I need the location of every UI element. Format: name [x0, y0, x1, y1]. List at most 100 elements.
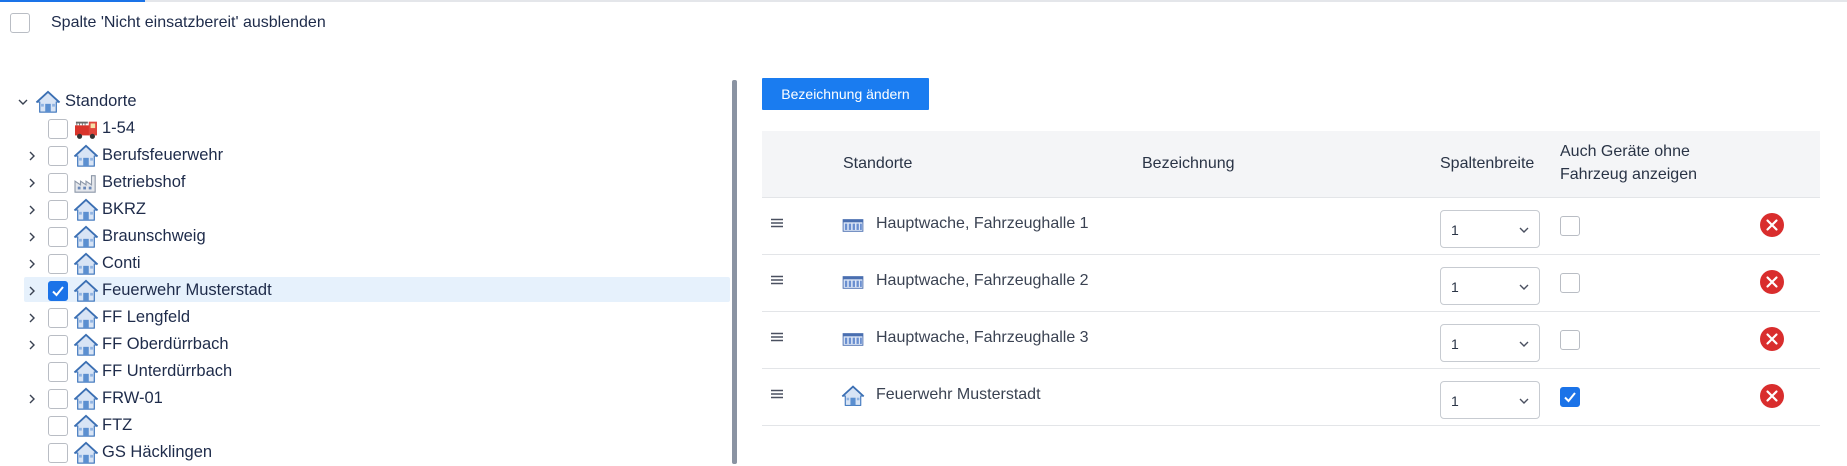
- delete-icon[interactable]: [1759, 383, 1785, 409]
- row-location-name: Feuerwehr Musterstadt: [876, 386, 1041, 403]
- garage-icon: [841, 214, 865, 236]
- tree-item[interactable]: Braunschweig: [12, 223, 722, 250]
- house-icon: [72, 224, 100, 250]
- garage-icon: [841, 271, 865, 293]
- tree-item-label: 1-54: [102, 119, 136, 137]
- delete-icon[interactable]: [1759, 212, 1785, 238]
- chevron-down-icon[interactable]: [15, 94, 31, 110]
- house-icon: [72, 386, 100, 412]
- tree-item[interactable]: Berufsfeuerwehr: [12, 142, 722, 169]
- header-spaltenbreite: Spaltenbreite: [1440, 155, 1535, 172]
- tree-item[interactable]: FTZ: [12, 412, 722, 439]
- tree-item-label: Feuerwehr Musterstadt: [102, 281, 272, 299]
- drag-handle-icon[interactable]: [770, 387, 784, 401]
- tree-item[interactable]: Feuerwehr Musterstadt: [12, 277, 730, 304]
- tree-item-checkbox[interactable]: [48, 361, 68, 382]
- house-icon: [72, 440, 100, 466]
- tree-item[interactable]: BKRZ: [12, 196, 722, 223]
- column-width-select[interactable]: 1: [1440, 210, 1540, 248]
- delete-icon[interactable]: [1759, 269, 1785, 295]
- header-standorte: Standorte: [843, 155, 913, 172]
- tree-item-label: Braunschweig: [102, 227, 206, 245]
- tree-item-label: Conti: [102, 254, 141, 272]
- chevron-down-icon: [1517, 337, 1531, 351]
- row-location-name: Hauptwache, Fahrzeughalle 1: [876, 215, 1089, 232]
- tree-item[interactable]: GS Häcklingen: [12, 439, 722, 466]
- tree-item-checkbox[interactable]: [48, 226, 68, 247]
- house-icon: [72, 413, 100, 439]
- header-auch-geraete-line2: Fahrzeug anzeigen: [1560, 166, 1697, 183]
- tree-item-checkbox[interactable]: [48, 145, 68, 166]
- tree-item[interactable]: Betriebshof: [12, 169, 722, 196]
- house-icon: [34, 89, 62, 115]
- chevron-right-icon[interactable]: [24, 256, 40, 272]
- table-row: Hauptwache, Fahrzeughalle 2 1: [762, 255, 1820, 312]
- location-tree: Standorte 1-54 Berufsfeuerwehr Betriebshof…: [12, 88, 730, 466]
- row-location-name: Hauptwache, Fahrzeughalle 2: [876, 272, 1089, 289]
- tree-item-checkbox[interactable]: [48, 415, 68, 436]
- tree-item-label: FF Unterdürrbach: [102, 362, 233, 380]
- rename-button[interactable]: Bezeichnung ändern: [762, 78, 929, 110]
- chevron-right-icon[interactable]: [24, 229, 40, 245]
- chevron-right-icon[interactable]: [24, 391, 40, 407]
- chevron-right-icon[interactable]: [24, 283, 40, 299]
- panel-splitter[interactable]: [732, 80, 737, 464]
- column-width-select[interactable]: 1: [1440, 324, 1540, 362]
- tree-item-checkbox[interactable]: [48, 253, 68, 274]
- column-width-select[interactable]: 1: [1440, 381, 1540, 419]
- tree-item-checkbox[interactable]: [48, 172, 68, 193]
- hide-not-ready-option[interactable]: Spalte 'Nicht einsatzbereit' ausblenden: [10, 13, 326, 33]
- chevron-down-icon: [1517, 280, 1531, 294]
- hide-not-ready-label: Spalte 'Nicht einsatzbereit' ausblenden: [51, 14, 326, 31]
- tree-item-checkbox[interactable]: [48, 334, 68, 355]
- tree-item-label: GS Häcklingen: [102, 443, 213, 461]
- table-row: Hauptwache, Fahrzeughalle 3 1: [762, 312, 1820, 369]
- header-auch-geraete-line1: Auch Geräte ohne: [1560, 143, 1690, 160]
- header-bezeichnung: Bezeichnung: [1142, 155, 1235, 172]
- tree-item[interactable]: FRW-01: [12, 385, 722, 412]
- tree-root-standorte[interactable]: Standorte: [12, 88, 722, 115]
- table-body: Hauptwache, Fahrzeughalle 1 1 Hauptwache, …: [762, 198, 1820, 426]
- house-icon: [72, 332, 100, 358]
- show-devices-checkbox[interactable]: [1560, 273, 1580, 293]
- tree-item[interactable]: FF Oberdürrbach: [12, 331, 722, 358]
- show-devices-checkbox[interactable]: [1560, 387, 1580, 407]
- tree-item-label: BKRZ: [102, 200, 147, 218]
- chevron-right-icon[interactable]: [24, 148, 40, 164]
- tree-item-checkbox[interactable]: [48, 442, 68, 463]
- drag-handle-icon[interactable]: [770, 330, 784, 344]
- tree-item[interactable]: FF Unterdürrbach: [12, 358, 722, 385]
- hide-not-ready-checkbox[interactable]: [10, 13, 30, 33]
- table-row: Feuerwehr Musterstadt 1: [762, 369, 1820, 426]
- tree-item-label: FTZ: [102, 416, 133, 434]
- fire-truck-icon: [72, 116, 100, 142]
- garage-icon: [841, 328, 865, 350]
- columns-table: Standorte Bezeichnung Spaltenbreite Auch…: [762, 131, 1820, 426]
- house-icon: [72, 197, 100, 223]
- chevron-right-icon[interactable]: [24, 202, 40, 218]
- chevron-down-icon: [1517, 223, 1531, 237]
- row-location-name: Hauptwache, Fahrzeughalle 3: [876, 329, 1089, 346]
- drag-handle-icon[interactable]: [770, 216, 784, 230]
- house-icon: [72, 359, 100, 385]
- column-width-value: 1: [1451, 336, 1459, 352]
- drag-handle-icon[interactable]: [770, 273, 784, 287]
- delete-icon[interactable]: [1759, 326, 1785, 352]
- tree-item-checkbox[interactable]: [48, 307, 68, 328]
- tree-item[interactable]: 1-54: [12, 115, 722, 142]
- chevron-right-icon[interactable]: [24, 337, 40, 353]
- tree-item-checkbox[interactable]: [48, 388, 68, 409]
- tree-item-checkbox[interactable]: [48, 199, 68, 220]
- tree-item-checkbox[interactable]: [48, 118, 68, 139]
- tree-item[interactable]: Conti: [12, 250, 722, 277]
- column-width-select[interactable]: 1: [1440, 267, 1540, 305]
- chevron-right-icon[interactable]: [24, 175, 40, 191]
- show-devices-checkbox[interactable]: [1560, 330, 1580, 350]
- column-width-value: 1: [1451, 222, 1459, 238]
- tree-item-checkbox[interactable]: [48, 280, 68, 301]
- tree-item[interactable]: FF Lengfeld: [12, 304, 722, 331]
- show-devices-checkbox[interactable]: [1560, 216, 1580, 236]
- tree-item-label: FF Lengfeld: [102, 308, 191, 326]
- chevron-right-icon[interactable]: [24, 310, 40, 326]
- table-header: Standorte Bezeichnung Spaltenbreite Auch…: [762, 131, 1820, 198]
